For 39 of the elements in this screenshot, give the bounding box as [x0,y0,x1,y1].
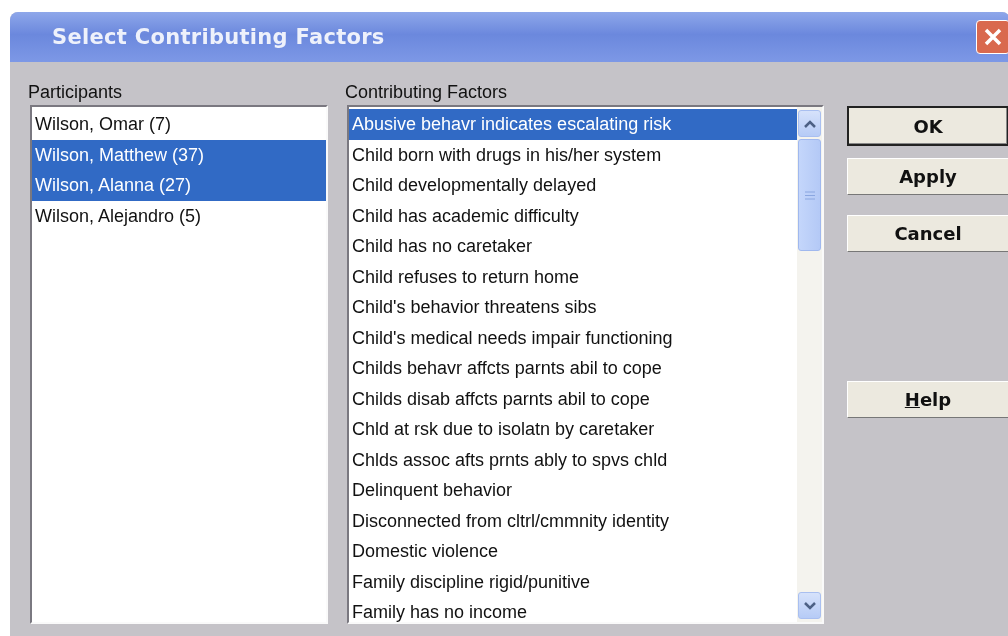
list-item[interactable]: Abusive behavr indicates escalating risk [349,109,797,140]
chevron-up-icon [803,119,816,128]
list-item[interactable]: Domestic violence [349,536,797,567]
list-item[interactable]: Child developmentally delayed [349,170,797,201]
window-title: Select Contributing Factors [52,25,385,49]
list-item[interactable]: Wilson, Alejandro (5) [32,200,326,231]
close-icon [984,28,1002,46]
dialog-button[interactable]: Apply [847,158,1008,195]
close-button[interactable] [976,20,1008,54]
list-item[interactable]: Family has no income [349,597,797,622]
grip-icon [804,190,815,200]
scroll-thumb[interactable] [798,139,821,251]
list-box[interactable] [347,105,824,624]
list-item[interactable]: Child's medical needs impair functioning [349,322,797,353]
list-item[interactable]: Childs disab affcts parnts abil to cope [349,383,797,414]
dialog-button[interactable]: Help [847,381,1008,418]
scroll-up-button[interactable] [798,110,821,137]
list-item[interactable]: Child has no caretaker [349,231,797,262]
list-item[interactable]: Disconnected from cltrl/cmmnity identity [349,505,797,536]
list-label: Contributing Factors [345,81,509,104]
list-item[interactable]: Wilson, Alanna (27) [32,170,326,201]
list-item[interactable]: Childs behavr affcts parnts abil to cope [349,353,797,384]
list-item[interactable]: Wilson, Omar (7) [32,109,326,140]
scroll-down-button[interactable] [798,592,821,619]
list-label: Participants [28,81,124,104]
list-item[interactable]: Child's behavior threatens sibs [349,292,797,323]
dialog-button[interactable]: Cancel [847,215,1008,252]
list-item[interactable]: Family discipline rigid/punitive [349,566,797,597]
list-item[interactable]: Chlds assoc afts prnts ably to spvs chld [349,444,797,475]
list-item[interactable]: Wilson, Matthew (37) [32,139,326,170]
chevron-down-icon [803,601,816,610]
list-item[interactable]: Child born with drugs in his/her system [349,139,797,170]
list-box[interactable]: Wilson, Omar (7) Wilson, Matthew (37) Wilson, Alanna (27) Wilson, Alejandro (5) [30,105,328,624]
list-item[interactable]: Chld at rsk due to isolatn by caretaker [349,414,797,445]
scrollbar[interactable] [797,107,822,622]
list-item[interactable]: Child refuses to return home [349,261,797,292]
list-item[interactable]: Child has academic difficulty [349,200,797,231]
dialog-button[interactable]: OK [847,106,1008,146]
list-item[interactable]: Delinquent behavior [349,475,797,506]
